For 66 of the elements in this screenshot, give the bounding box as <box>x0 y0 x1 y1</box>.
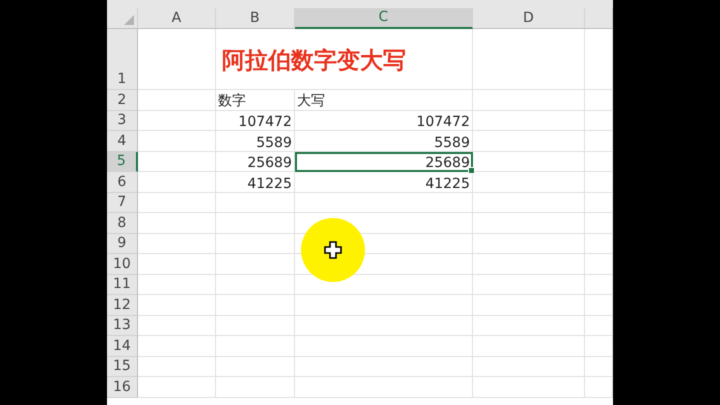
table-cell[interactable]: 5589 <box>216 131 295 152</box>
empty-cell[interactable] <box>472 90 585 110</box>
empty-cell[interactable] <box>472 234 585 254</box>
empty-cell[interactable] <box>472 336 585 356</box>
row-header[interactable]: 10 <box>106 254 138 274</box>
row-header[interactable]: 3 <box>106 110 138 131</box>
empty-cell[interactable] <box>216 234 295 254</box>
empty-cell[interactable] <box>294 356 473 377</box>
table-cell[interactable]: 大写 <box>294 90 473 110</box>
table-cell[interactable]: 数字 <box>216 90 295 110</box>
select-all-icon[interactable] <box>124 14 134 24</box>
table-cell[interactable]: 41225 <box>294 172 473 192</box>
empty-cell[interactable] <box>216 336 295 356</box>
row-header[interactable]: 4 <box>106 131 138 152</box>
empty-cell[interactable] <box>216 295 295 316</box>
column-header[interactable] <box>584 8 614 28</box>
empty-cell[interactable] <box>472 377 585 398</box>
empty-cell[interactable] <box>472 152 585 172</box>
empty-cell[interactable] <box>472 316 585 336</box>
empty-cell[interactable] <box>294 316 473 336</box>
table-cell[interactable]: 25689 <box>216 152 295 172</box>
row-header[interactable]: 2 <box>106 90 138 110</box>
empty-cell[interactable] <box>216 356 295 377</box>
table-cell[interactable]: 25689 <box>294 152 473 172</box>
row-header[interactable]: 7 <box>106 192 138 213</box>
table-cell[interactable]: 107472 <box>294 110 473 131</box>
row-header[interactable]: 11 <box>106 274 138 295</box>
row-header[interactable]: 8 <box>106 213 138 234</box>
empty-cell[interactable] <box>216 213 295 234</box>
column-header[interactable]: D <box>472 8 585 28</box>
row-header[interactable]: 13 <box>106 316 138 336</box>
table-cell[interactable]: 5589 <box>294 131 473 152</box>
row-header[interactable]: 15 <box>106 356 138 377</box>
empty-cell[interactable] <box>472 172 585 192</box>
empty-cell[interactable] <box>216 192 295 213</box>
empty-cell[interactable] <box>294 336 473 356</box>
row-header[interactable]: 12 <box>106 295 138 316</box>
empty-cell[interactable] <box>294 192 473 213</box>
empty-cell[interactable] <box>472 295 585 316</box>
empty-cell[interactable] <box>472 274 585 295</box>
empty-cell[interactable] <box>472 28 585 90</box>
empty-cell[interactable] <box>216 254 295 274</box>
empty-cell[interactable] <box>472 254 585 274</box>
empty-cell[interactable] <box>216 377 295 398</box>
empty-cell[interactable] <box>472 131 585 152</box>
sheet-title[interactable]: 阿拉伯数字变大写 <box>216 28 473 90</box>
empty-cell[interactable] <box>294 377 473 398</box>
row-header[interactable]: 6 <box>106 172 138 192</box>
row-header[interactable]: 14 <box>106 336 138 356</box>
row-header[interactable]: 9 <box>106 234 138 254</box>
row-header[interactable]: 5 <box>106 152 138 172</box>
empty-cell[interactable] <box>216 274 295 295</box>
column-header[interactable]: B <box>216 8 295 28</box>
empty-cell[interactable] <box>472 110 585 131</box>
empty-cell[interactable] <box>472 213 585 234</box>
empty-cell[interactable] <box>216 316 295 336</box>
cursor-highlight-overlay <box>300 218 365 282</box>
empty-cell[interactable] <box>472 192 585 213</box>
empty-cell[interactable] <box>294 295 473 316</box>
column-header[interactable]: C <box>294 8 473 28</box>
table-cell[interactable]: 107472 <box>216 110 295 131</box>
column-header[interactable]: A <box>138 8 216 28</box>
table-cell[interactable]: 41225 <box>216 172 295 192</box>
row-header[interactable]: 16 <box>106 377 138 398</box>
empty-cell[interactable] <box>472 356 585 377</box>
row-header[interactable]: 1 <box>106 28 138 90</box>
